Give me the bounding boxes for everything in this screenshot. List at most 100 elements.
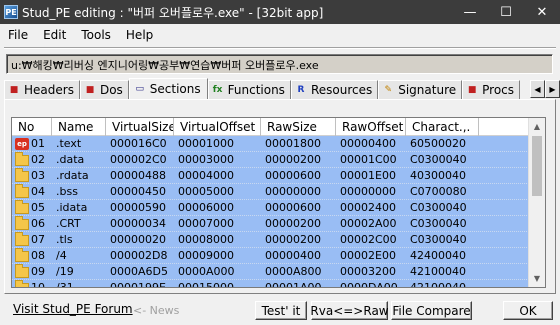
menu-help[interactable]: Help bbox=[118, 28, 160, 42]
close-button[interactable]: ✕ bbox=[524, 0, 560, 24]
characteristics: C0300040 bbox=[410, 153, 467, 166]
virtual-offset: 00005000 bbox=[178, 185, 234, 198]
virtual-size: 00000488 bbox=[110, 169, 166, 182]
table-rows: ep 01 .text 000016C0 00001000 00001800 0000040… bbox=[12, 136, 545, 288]
tab-scroll-left-icon[interactable]: ◀ bbox=[530, 80, 545, 98]
scroll-thumb[interactable] bbox=[532, 136, 542, 196]
virtual-size: 00000590 bbox=[110, 201, 166, 214]
virtual-size: 000016C0 bbox=[110, 137, 167, 150]
section-number: 03 bbox=[31, 169, 45, 182]
maximize-button[interactable]: ☐ bbox=[488, 0, 524, 24]
characteristics: 42100040 bbox=[410, 281, 466, 288]
rva-raw-button[interactable]: Rva<=>Raw bbox=[310, 301, 389, 320]
section-name: .text bbox=[56, 137, 82, 150]
characteristics: C0300040 bbox=[410, 233, 467, 246]
tab-scroll-right-icon[interactable]: ▶ bbox=[545, 80, 560, 98]
menu-tools[interactable]: Tools bbox=[73, 28, 118, 42]
col-characteristics[interactable]: Charact.,. bbox=[406, 118, 479, 136]
folder-icon bbox=[15, 280, 29, 287]
section-number: 01 bbox=[31, 137, 45, 150]
table-row[interactable]: 04 .bss 00000450 00005000 00000000 00000000 C0… bbox=[12, 184, 545, 200]
cell-no: 10 bbox=[12, 280, 52, 287]
tab-procs[interactable]: ■ Procs bbox=[462, 80, 521, 99]
raw-offset: 00000000 bbox=[340, 185, 396, 198]
virtual-offset: 00015000 bbox=[178, 281, 234, 288]
tab-functions[interactable]: fx Functions bbox=[207, 80, 291, 99]
table-row[interactable]: 03 .rdata 00000488 00004000 00000600 00001E00… bbox=[12, 168, 545, 184]
section-number: 08 bbox=[31, 249, 45, 262]
raw-offset: 00002400 bbox=[340, 201, 396, 214]
tab-resources[interactable]: R Resources bbox=[290, 80, 379, 99]
table-row[interactable]: 07 .tls 00000020 00008000 00000200 00002C00 C0… bbox=[12, 232, 545, 248]
raw-offset: 00001C00 bbox=[340, 153, 397, 166]
folder-icon bbox=[15, 152, 29, 166]
virtual-size: 00000034 bbox=[110, 217, 166, 230]
separator bbox=[4, 47, 556, 49]
news-label[interactable]: <- News bbox=[133, 304, 179, 317]
sections-icon: ▭ bbox=[135, 84, 145, 94]
entry-point-icon: ep bbox=[15, 138, 29, 150]
table-row[interactable]: 05 .idata 00000590 00006000 00000600 00002400… bbox=[12, 200, 545, 216]
raw-offset: 00002E00 bbox=[340, 249, 396, 262]
tab-label: Signature bbox=[398, 83, 457, 97]
tab-label: Headers bbox=[24, 83, 74, 97]
tab-sections[interactable]: ▭ Sections bbox=[128, 78, 208, 99]
folder-icon bbox=[15, 232, 29, 246]
tab-bar: ■ Headers ■ Dos ▭ Sections fx Functions … bbox=[4, 78, 560, 99]
table-row[interactable]: 09/19 0000A6D5 0000A000 0000A800 00003200 421… bbox=[12, 264, 545, 280]
menu-file[interactable]: File bbox=[0, 28, 35, 42]
table-row[interactable]: 08/4 000002D8 00009000 00000400 00002E00 4240… bbox=[12, 248, 545, 264]
col-rawsize[interactable]: RawSize bbox=[261, 118, 336, 136]
tab-dos[interactable]: ■ Dos bbox=[79, 80, 129, 99]
cell-no: 02 bbox=[12, 152, 52, 168]
cell-no: 08 bbox=[12, 248, 52, 264]
section-name: /19 bbox=[56, 265, 74, 278]
virtual-offset: 00007000 bbox=[178, 217, 234, 230]
table-row[interactable]: 06 .CRT 00000034 00007000 00000200 00002A00 C0… bbox=[12, 216, 545, 232]
section-name: .rdata bbox=[56, 169, 89, 182]
raw-offset: 00000400 bbox=[340, 137, 396, 150]
col-virtualoffset[interactable]: VirtualOffset bbox=[174, 118, 261, 136]
raw-size: 00000600 bbox=[265, 201, 321, 214]
tab-signature[interactable]: ✎ Signature bbox=[378, 80, 463, 99]
section-name: .tls bbox=[56, 233, 73, 246]
characteristics: 60500020 bbox=[410, 137, 466, 150]
file-compare-button[interactable]: File Compare bbox=[391, 301, 472, 320]
col-name[interactable]: Name bbox=[52, 118, 106, 136]
scroll-down-icon[interactable]: ▼ bbox=[529, 270, 545, 287]
ok-button[interactable]: OK bbox=[503, 301, 553, 320]
menu-edit[interactable]: Edit bbox=[35, 28, 73, 42]
raw-size: 00000200 bbox=[265, 217, 321, 230]
col-rawoffset[interactable]: RawOffset bbox=[336, 118, 406, 136]
raw-size: 00001A00 bbox=[265, 281, 322, 288]
characteristics: C0300040 bbox=[410, 201, 467, 214]
table-row[interactable]: 02 .data 000002C0 00003000 00000200 00001C00 C… bbox=[12, 152, 545, 168]
vertical-scrollbar[interactable]: ▲ ▼ bbox=[528, 118, 545, 287]
forum-link[interactable]: Visit Stud_PE Forum bbox=[13, 302, 133, 316]
table-row[interactable]: 10/31 0000199E 00015000 00001A00 0000DA00 421… bbox=[12, 280, 545, 288]
characteristics: C0700080 bbox=[410, 185, 467, 198]
minimize-button[interactable]: — bbox=[452, 0, 488, 24]
table-row[interactable]: ep 01 .text 000016C0 00001000 00001800 0000040… bbox=[12, 136, 545, 152]
tab-headers[interactable]: ■ Headers bbox=[4, 80, 80, 99]
section-name: .idata bbox=[56, 201, 88, 214]
file-path-field[interactable]: u:₩해킹₩리버싱 엔지니어링₩공부₩연습₩버퍼 오버플로우.exe bbox=[6, 54, 553, 74]
section-name: .CRT bbox=[56, 217, 81, 230]
folder-icon bbox=[15, 264, 29, 278]
virtual-size: 00000450 bbox=[110, 185, 166, 198]
characteristics: 42100040 bbox=[410, 265, 466, 278]
raw-size: 00000200 bbox=[265, 153, 321, 166]
tab-label: Procs bbox=[482, 83, 515, 97]
raw-size: 00000000 bbox=[265, 185, 321, 198]
scroll-up-icon[interactable]: ▲ bbox=[529, 118, 545, 135]
raw-offset: 00002A00 bbox=[340, 217, 397, 230]
section-number: 07 bbox=[31, 233, 45, 246]
test-it-button[interactable]: Test' it bbox=[255, 301, 307, 320]
cell-no: 04 bbox=[12, 184, 52, 200]
col-no[interactable]: No bbox=[12, 118, 52, 136]
tab-label: Resources bbox=[310, 83, 373, 97]
sections-table[interactable]: No Name VirtualSize VirtualOffset RawSiz… bbox=[11, 117, 546, 288]
col-virtualsize[interactable]: VirtualSize bbox=[106, 118, 174, 136]
virtual-offset: 00009000 bbox=[178, 249, 234, 262]
virtual-offset: 00001000 bbox=[178, 137, 234, 150]
